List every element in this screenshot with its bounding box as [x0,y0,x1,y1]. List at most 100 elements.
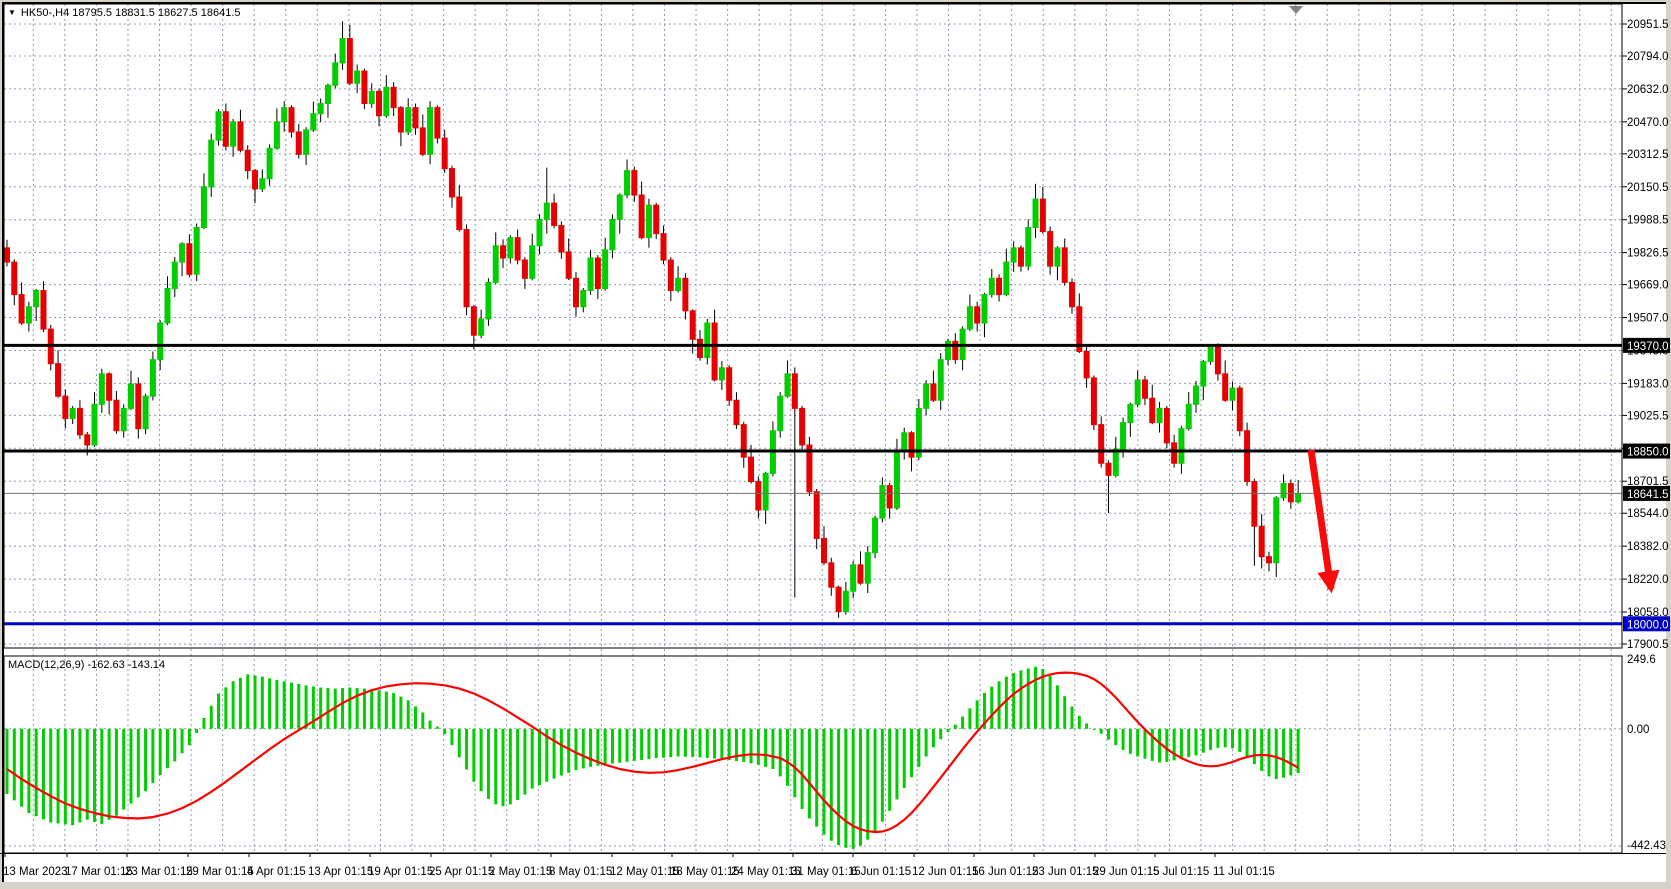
macd-histogram-bar [603,728,607,765]
macd-axis-label: 249.6 [1627,654,1656,666]
macd-histogram-bar [1121,728,1125,750]
time-label: 19 Apr 01:15 [368,866,433,878]
macd-histogram-bar [530,728,534,789]
macd-histogram-bar [1136,728,1140,757]
macd-axis-label: 0.00 [1627,724,1649,736]
macd-histogram-bar [1012,673,1016,729]
macd-histogram-bar [720,728,724,760]
macd-histogram-bar [837,728,841,846]
macd-histogram-bar [399,696,403,729]
macd-histogram-bar [1026,668,1030,729]
macd-histogram-bar [158,728,162,775]
macd-histogram-bar [1048,675,1052,729]
macd-histogram-bar [34,728,38,817]
macd-histogram-bar [589,728,593,767]
macd-histogram-bar [413,706,417,729]
price-chart[interactable]: 20951.5 20794.0 20632.0 20470.0 20312.5 20150… [0,0,1671,889]
macd-histogram-bar [895,728,899,800]
macd-histogram-bar [946,728,950,733]
macd-histogram-bar [508,728,512,805]
macd-histogram-bar [71,728,75,826]
macd-histogram-bar [1252,728,1256,765]
macd-histogram-bar [647,728,651,760]
macd-histogram-bar [268,678,272,729]
macd-histogram-bar [705,728,709,758]
macd-histogram-bar [27,728,31,814]
macd-histogram-bar [129,728,133,804]
svg-text:20312.5: 20312.5 [1627,149,1669,161]
macd-histogram-bar [348,687,352,729]
svg-text:18000.0: 18000.0 [1627,619,1669,631]
macd-histogram-bar [501,728,505,807]
time-label: 29 Mar 01:15 [186,866,254,878]
macd-histogram-bar [421,712,425,729]
time-label: 5 Jul 01:15 [1153,866,1209,878]
macd-histogram-bar [939,728,943,740]
macd-histogram-bar [443,728,447,735]
macd-histogram-bar [41,728,45,820]
macd-histogram-bar [370,689,374,729]
svg-text:18382.0: 18382.0 [1627,541,1669,553]
macd-histogram-bar [567,728,571,773]
macd-histogram-bar [1260,728,1264,771]
chart-window: 20951.5 20794.0 20632.0 20470.0 20312.5 20150… [0,0,1671,889]
macd-histogram-bar [63,728,67,825]
macd-histogram-bar [282,681,286,729]
macd-histogram-bar [238,677,242,729]
time-label: 11 Jul 01:15 [1213,866,1275,878]
macd-histogram-bar [559,728,563,776]
macd-histogram-bar [304,685,308,729]
macd-histogram-bar [654,728,658,759]
macd-histogram-bar [1238,728,1242,752]
macd-histogram-bar [494,728,498,805]
macd-histogram-bar [450,728,454,746]
macd-histogram-bar [457,728,461,758]
macd-histogram-bar [683,728,687,757]
macd-histogram-bar [180,728,184,754]
macd-histogram-bar [815,728,819,827]
svg-text:18641.5: 18641.5 [1627,489,1669,501]
svg-text:18220.0: 18220.0 [1627,574,1669,586]
macd-histogram-bar [610,728,614,764]
macd-histogram-bar [362,688,366,729]
macd-histogram-bar [246,674,250,729]
macd-histogram-bar [800,728,804,809]
macd-histogram-bar [1128,728,1132,754]
macd-histogram-bar [435,726,439,729]
macd-histogram-bar [341,688,345,729]
svg-text:19370.0: 19370.0 [1627,341,1669,353]
macd-histogram-bar [93,728,97,822]
macd-histogram-bar [406,700,410,729]
macd-histogram-bar [1158,728,1162,763]
time-label: 12 Jun 01:15 [912,866,979,878]
macd-histogram-bar [851,728,855,849]
macd-histogram-bar [1055,685,1059,729]
macd-histogram-bar [392,692,396,729]
window-chrome [2,2,1666,882]
macd-histogram-bar [136,728,140,798]
macd-histogram-bar [786,728,790,786]
macd-histogram-bar [552,728,556,779]
macd-histogram-bar [902,728,906,789]
macd-histogram-bar [377,690,381,729]
macd-histogram-bar [1092,728,1096,730]
time-label: 13 Apr 01:15 [308,866,373,878]
macd-histogram-bar [5,728,9,795]
macd-histogram-bar [771,728,775,770]
macd-histogram-bar [873,728,877,832]
macd-histogram-bar [574,728,578,771]
macd-histogram-bar [384,691,388,729]
time-label: 29 Jun 01:15 [1093,866,1160,878]
macd-histogram-bar [1099,728,1103,734]
macd-histogram-bar [472,728,476,782]
macd-histogram-bar [428,720,432,729]
time-label: 16 Jun 01:15 [972,866,1039,878]
macd-histogram-bar [990,686,994,729]
macd-histogram-bar [297,683,301,729]
macd-histogram-bar [1245,728,1249,758]
macd-histogram-bar [1187,728,1191,758]
macd-histogram-bar [49,728,53,823]
macd-histogram-bar [1019,670,1023,729]
symbol-dropdown-icon[interactable]: ▼ [8,8,16,17]
time-label: 18 May 01:15 [670,866,740,878]
